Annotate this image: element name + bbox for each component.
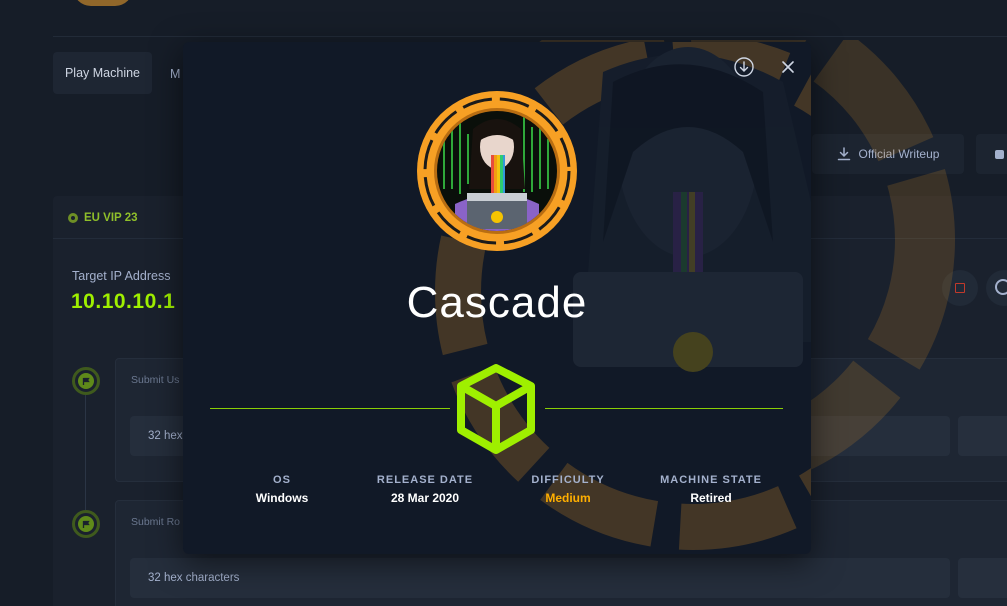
- user-flag-title: Submit Us: [131, 374, 180, 386]
- server-status-icon: [68, 213, 78, 223]
- stat-difficulty-label: DIFFICULTY: [531, 474, 605, 486]
- close-icon: [782, 61, 794, 73]
- user-flag-node: [72, 367, 100, 395]
- machine-page: Play Machine M Official Writeup EU VIP 2…: [0, 0, 1007, 606]
- flag-icon: [78, 516, 94, 532]
- download-vpn-button[interactable]: [731, 54, 757, 80]
- machine-stats: OS Windows RELEASE DATE 28 Mar 2020 DIFF…: [183, 474, 811, 514]
- stat-release-date-value: 28 Mar 2020: [390, 491, 460, 505]
- cube-icon: [453, 362, 539, 456]
- stat-machine-state-value: Retired: [690, 491, 732, 505]
- stat-os: OS Windows: [207, 474, 357, 505]
- download-circle-icon: [734, 57, 754, 77]
- root-flag-input[interactable]: [130, 558, 950, 598]
- flag-timeline: [85, 395, 86, 510]
- root-flag-title: Submit Ro: [131, 516, 181, 528]
- tab-play-machine[interactable]: Play Machine: [53, 52, 152, 94]
- difficulty-divider-left: [210, 408, 450, 409]
- root-flag-submit-button[interactable]: [958, 558, 1007, 598]
- root-flag-node: [72, 510, 100, 538]
- machine-info-modal: Cascade OS Windows RELEASE DATE 28 Mar 2…: [183, 42, 811, 554]
- tab-second[interactable]: M: [170, 67, 180, 81]
- header-divider: [53, 36, 1007, 37]
- difficulty-divider-right: [545, 408, 783, 409]
- target-ip-value: 10.10.10.1: [71, 290, 176, 313]
- stat-release-date-label: RELEASE DATE: [376, 474, 474, 486]
- machine-name: Cascade: [406, 278, 588, 327]
- close-modal-button[interactable]: [775, 54, 801, 80]
- stat-os-value: Windows: [255, 491, 309, 505]
- stat-machine-state: MACHINE STATE Retired: [636, 474, 786, 505]
- flag-icon: [78, 373, 94, 389]
- stat-machine-state-label: MACHINE STATE: [660, 474, 762, 486]
- machine-avatar: [415, 89, 579, 253]
- stat-os-label: OS: [273, 474, 291, 486]
- vpn-server-indicator: EU VIP 23: [68, 212, 138, 224]
- target-ip-label: Target IP Address: [72, 269, 171, 283]
- header-avatar: [73, 0, 133, 6]
- stat-release-date: RELEASE DATE 28 Mar 2020: [350, 474, 500, 505]
- stat-difficulty: DIFFICULTY Medium: [493, 474, 643, 505]
- stat-difficulty-value: Medium: [545, 491, 591, 505]
- vpn-server-label: EU VIP 23: [84, 212, 138, 224]
